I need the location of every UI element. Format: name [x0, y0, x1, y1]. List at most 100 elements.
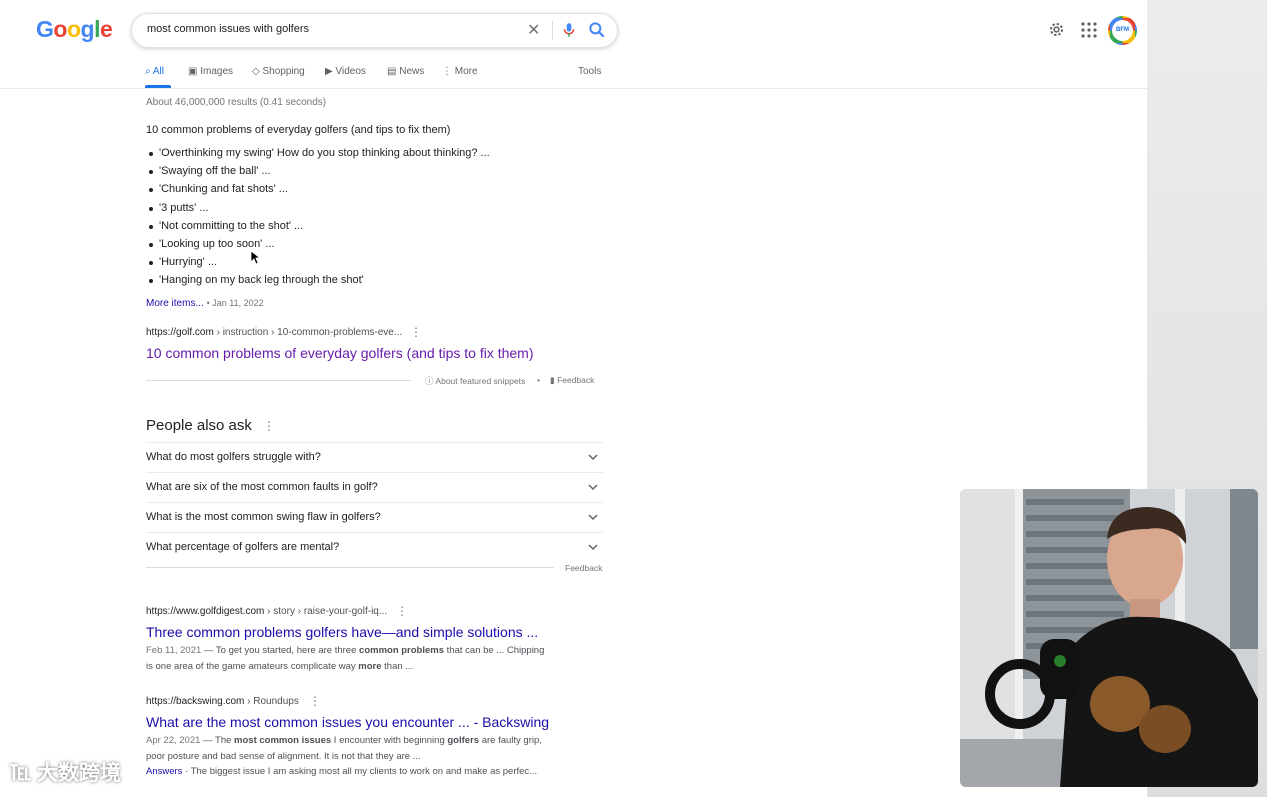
- snippet-text: I encounter with beginning: [331, 735, 448, 746]
- mic-icon[interactable]: [560, 20, 578, 40]
- google-logo[interactable]: Google: [36, 16, 113, 43]
- apps-grid-icon[interactable]: [1081, 22, 1097, 38]
- snippet-bold: golfers: [447, 735, 480, 746]
- tab-label: All: [152, 66, 164, 77]
- list-item: 'Hurrying' ...: [146, 256, 490, 274]
- logo-letter: o: [66, 16, 81, 42]
- snippet-bold: most common issues: [234, 735, 332, 746]
- play-icon: ▶: [325, 66, 333, 77]
- result-date: Feb 11, 2021: [146, 645, 202, 656]
- paa-menu-icon[interactable]: ⋮: [263, 419, 275, 433]
- feedback-icon: ▮: [550, 375, 555, 385]
- avatar[interactable]: BFM: [1108, 16, 1137, 45]
- webcam-overlay: [960, 489, 1258, 787]
- divider: [146, 567, 554, 568]
- tools-button[interactable]: Tools: [578, 66, 601, 77]
- logo-letter: e: [99, 16, 113, 42]
- snippet-heading: 10 common problems of everyday golfers (…: [146, 124, 451, 136]
- result-cite[interactable]: https://www.golfdigest.com › story › rai…: [146, 606, 387, 617]
- gear-icon[interactable]: [1047, 20, 1066, 39]
- image-icon: ▣: [188, 66, 198, 77]
- tab-label: Images: [200, 66, 234, 77]
- paa-question-text: What percentage of golfers are mental?: [146, 541, 340, 553]
- about-featured-snippets[interactable]: ⓘ About featured snippets: [425, 375, 525, 387]
- tab-label: Shopping: [262, 66, 305, 77]
- clear-icon[interactable]: ✕: [527, 20, 540, 40]
- result-title-link[interactable]: What are the most common issues you enco…: [146, 714, 549, 730]
- snippet-text: · The biggest issue I am asking most all…: [182, 766, 538, 777]
- help-icon: ⓘ: [425, 376, 434, 386]
- search-icon[interactable]: [587, 20, 607, 40]
- tab-all[interactable]: ⌕ All: [145, 66, 164, 77]
- answers-link[interactable]: Answers: [146, 766, 182, 777]
- result-snippet: Feb 11, 2021 — To get you started, here …: [146, 643, 544, 674]
- snippet-feedback[interactable]: ▮ Feedback: [550, 375, 594, 386]
- search-box[interactable]: most common issues with golfers ✕: [131, 13, 618, 48]
- result-snippet: Apr 22, 2021 — The most common issues I …: [146, 733, 542, 780]
- list-item: 'Looking up too soon' ...: [146, 238, 490, 256]
- tab-shopping[interactable]: ◇ Shopping: [252, 66, 305, 77]
- paa-question-text: What do most golfers struggle with?: [146, 451, 321, 463]
- snippet-text: — To get you started, here are three: [201, 645, 360, 656]
- logo-letter: G: [36, 16, 54, 42]
- tag-icon: ◇: [252, 66, 260, 77]
- paa-question-text: What are six of the most common faults i…: [146, 481, 378, 493]
- tabs-divider: [0, 88, 1147, 89]
- snippet-bold: common problems: [359, 645, 445, 656]
- more-items-row: More items... • Jan 11, 2022: [146, 298, 264, 309]
- paa-question[interactable]: What percentage of golfers are mental?: [146, 532, 603, 563]
- logo-letter: o: [53, 16, 67, 42]
- list-item: 'Chunking and fat shots' ...: [146, 183, 490, 201]
- result-menu-icon[interactable]: ⋮: [410, 325, 422, 339]
- tab-news[interactable]: ▤ News: [387, 66, 424, 77]
- snippet-date: Jan 11, 2022: [212, 298, 264, 308]
- paa-question[interactable]: What are six of the most common faults i…: [146, 472, 603, 503]
- chevron-down-icon: [588, 544, 598, 551]
- mouse-cursor-icon: [251, 251, 261, 265]
- tab-label: Videos: [335, 66, 366, 77]
- snippet-text: — The: [200, 735, 235, 746]
- search-icon: ⌕: [145, 66, 151, 77]
- feedback-label: Feedback: [557, 375, 595, 385]
- more-vert-icon: ⋮: [442, 66, 452, 77]
- cite-path: › story › raise-your-golf-iq...: [264, 606, 388, 617]
- result-title-link[interactable]: Three common problems golfers have—and s…: [146, 624, 538, 640]
- tab-images[interactable]: ▣ Images: [188, 66, 233, 77]
- about-label: About featured snippets: [435, 376, 526, 386]
- newspaper-icon: ▤: [387, 66, 397, 77]
- cite-domain: https://backswing.com: [146, 696, 245, 707]
- result-menu-icon[interactable]: ⋮: [396, 604, 408, 618]
- more-items-link[interactable]: More items...: [146, 298, 204, 309]
- chevron-down-icon: [588, 484, 598, 491]
- separator-dot: •: [537, 375, 540, 385]
- snippet-link[interactable]: 10 common problems of everyday golfers (…: [146, 345, 534, 361]
- chevron-down-icon: [588, 454, 598, 461]
- tab-videos[interactable]: ▶ Videos: [325, 66, 366, 77]
- people-also-ask-title: People also ask: [146, 417, 252, 434]
- watermark-text: 大数跨境: [36, 762, 121, 785]
- snippet-text: are faulty grip,: [479, 735, 542, 746]
- list-item: 'Hanging on my back leg through the shot…: [146, 274, 490, 292]
- paa-question[interactable]: What is the most common swing flaw in go…: [146, 502, 603, 533]
- tab-more[interactable]: ⋮ More: [442, 66, 478, 77]
- paa-feedback[interactable]: Feedback: [565, 563, 602, 573]
- snippet-list: 'Overthinking my swing' How do you stop …: [146, 147, 490, 293]
- search-divider: [552, 21, 553, 40]
- result-cite[interactable]: https://backswing.com › Roundups: [146, 696, 299, 707]
- result-stats: About 46,000,000 results (0.41 seconds): [146, 97, 327, 108]
- chevron-down-icon: [588, 514, 598, 521]
- paa-question-text: What is the most common swing flaw in go…: [146, 511, 381, 523]
- divider: [146, 380, 411, 381]
- search-input[interactable]: most common issues with golfers: [147, 23, 309, 35]
- snippet-text: is one area of the game amateurs complic…: [146, 660, 359, 672]
- avatar-text: BFM: [1112, 20, 1133, 41]
- watermark-logo-icon: ℡: [10, 762, 31, 785]
- cite-domain: https://www.golfdigest.com: [146, 606, 265, 617]
- result-menu-icon[interactable]: ⋮: [309, 694, 321, 708]
- snippet-text: than ...: [381, 660, 414, 672]
- webcam-video: [960, 489, 1258, 787]
- snippet-text: that can be ... Chipping: [444, 645, 545, 656]
- paa-question[interactable]: What do most golfers struggle with?: [146, 442, 603, 473]
- cite-domain: https://golf.com: [146, 327, 214, 338]
- snippet-cite[interactable]: https://golf.com › instruction › 10-comm…: [146, 327, 402, 338]
